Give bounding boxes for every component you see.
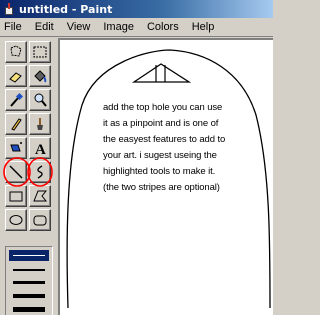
line-width-2[interactable] [13, 269, 45, 271]
svg-text:A: A [35, 142, 46, 156]
airbrush-icon [10, 142, 22, 152]
menu-view[interactable]: View [67, 21, 91, 33]
drawing-canvas[interactable]: add the top hole you can use it as a pin… [58, 38, 273, 315]
tool-highlight-marks [3, 157, 53, 187]
top-hole-shape [131, 63, 192, 83]
eraser-icon [9, 72, 22, 83]
note-line: add the top hole you can use [103, 102, 223, 113]
note-line: the easyest features to add to [103, 134, 226, 145]
ellipse-tool[interactable] [5, 209, 27, 231]
curve-tool-highlight-circle [27, 157, 53, 187]
ellipse-icon [9, 215, 23, 225]
note-line: (the two stripes are optional) [103, 182, 220, 193]
note-line: it as a pinpoint and is one of [103, 118, 219, 129]
pencil-icon [11, 118, 22, 131]
magnifier-tool[interactable] [29, 89, 51, 111]
menu-file[interactable]: File [4, 21, 22, 33]
line-width-options [5, 246, 53, 315]
window-title: untitled - Paint [19, 2, 113, 16]
eyedropper-icon [10, 92, 24, 107]
menu-bar: File Edit View Image Colors Help [0, 18, 273, 37]
line-width-4[interactable] [13, 294, 45, 298]
menu-edit[interactable]: Edit [35, 21, 54, 33]
rounded-rectangle-icon [33, 215, 47, 226]
line-tool-highlight-circle [3, 157, 31, 187]
magnifier-icon [34, 93, 47, 107]
polygon-icon [33, 190, 48, 202]
brush-icon [37, 118, 43, 130]
menu-colors[interactable]: Colors [147, 21, 179, 33]
brush-tool[interactable] [29, 113, 51, 135]
rounded-rectangle-tool[interactable] [29, 209, 51, 231]
note-line: your art. i sugest useing the [103, 150, 217, 161]
line-width-selected[interactable] [9, 250, 49, 261]
free-select-icon [10, 45, 22, 57]
text-icon: A [35, 142, 46, 156]
paint-bucket-icon [34, 70, 47, 83]
select-icon [33, 46, 47, 58]
pencil-tool[interactable] [5, 113, 27, 135]
instruction-note: add the top hole you can use it as a pin… [103, 100, 268, 196]
paint-app-icon[interactable] [3, 3, 15, 15]
menu-image[interactable]: Image [103, 21, 134, 33]
line-width-3[interactable] [13, 281, 45, 284]
select-tool[interactable] [29, 41, 51, 63]
eraser-tool[interactable] [5, 65, 27, 87]
rectangle-icon [9, 191, 23, 202]
toolbox: A [0, 38, 58, 315]
line-width-5[interactable] [13, 307, 45, 312]
pick-color-tool[interactable] [5, 89, 27, 111]
fill-with-color-tool[interactable] [29, 65, 51, 87]
note-line: highlighted tools to make it. [103, 166, 216, 177]
free-select-tool[interactable] [5, 41, 27, 63]
menu-help[interactable]: Help [192, 21, 215, 33]
title-bar: untitled - Paint [0, 0, 273, 18]
